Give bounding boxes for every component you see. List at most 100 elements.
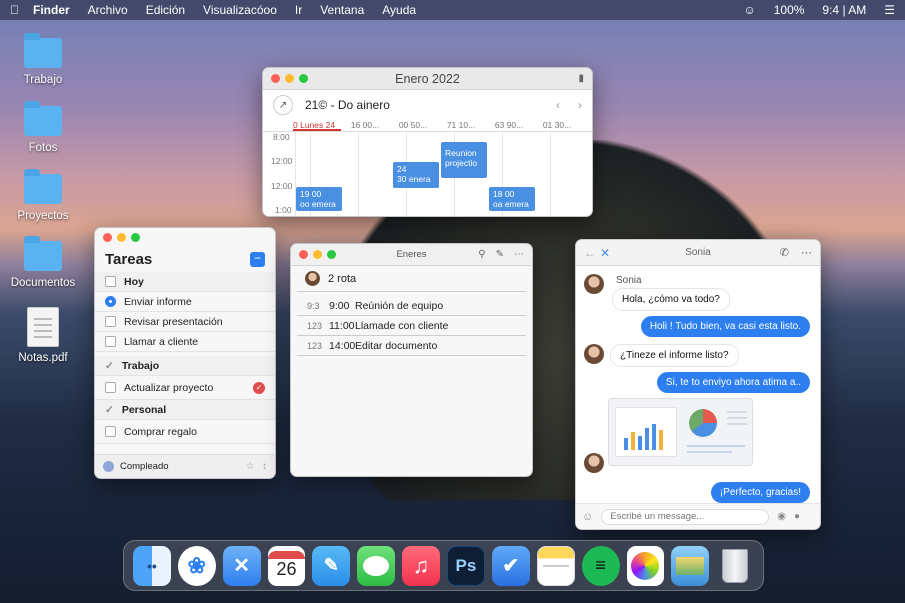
desktop-folder-fotos[interactable]: Fotos [8, 101, 78, 154]
close-button[interactable] [271, 74, 280, 83]
message-bubble-out[interactable]: Holi ! Tudo bien, va casi esta listo. [640, 316, 810, 337]
photos-icon[interactable] [626, 545, 665, 586]
flag-icon[interactable]: ✓ [253, 381, 265, 394]
wifi-icon[interactable]: ☺ [743, 3, 755, 17]
calendar-grid[interactable]: 8:00 12:00 12:00 1:00 19 00 oo emera 24 30… [263, 132, 592, 216]
message-bubble-out[interactable]: ¡Perfecto, gracias! [710, 482, 810, 503]
spotify-icon[interactable]: ≡ [581, 545, 620, 586]
apple-icon[interactable]:  [10, 3, 19, 17]
minimize-button[interactable] [313, 250, 322, 259]
preview-icon[interactable]: ✎ [312, 545, 351, 586]
control-center-icon[interactable]: ☰ [884, 3, 895, 17]
day-header[interactable]: 71 10... [437, 120, 485, 131]
back-icon[interactable]: ← [584, 246, 596, 260]
more-icon[interactable]: ⋯ [514, 249, 524, 260]
music-icon[interactable]: ♫ [402, 545, 440, 586]
messages-app-icon[interactable] [357, 545, 396, 586]
messages-titlebar[interactable]: ← ✕ Sonia ✆ ⋯ [576, 240, 820, 266]
task-item[interactable]: Revisar presentación [95, 312, 275, 332]
desktop-folder-trabajo[interactable]: Trabajo [8, 33, 78, 86]
task-item[interactable]: Llamar a cliente [95, 332, 275, 352]
day-header[interactable]: 63 90... [485, 120, 533, 131]
agenda-row[interactable]: 9:3 9:00 Reúnión de equipo [297, 296, 526, 316]
battery-icon[interactable]: ▮ [578, 73, 584, 84]
photoshop-label: Ps [455, 555, 477, 575]
lock-icon[interactable]: ◉ [777, 511, 786, 522]
agenda-row[interactable]: 123 14:00 Editar documento [297, 336, 526, 356]
message-bubble-in[interactable]: Hola, ¿cómo va todo? [612, 288, 730, 311]
desktop-folder-proyectos[interactable]: Proyectos [8, 169, 78, 222]
phone-icon[interactable]: ✆ [780, 246, 789, 259]
close-button[interactable] [299, 250, 308, 259]
finder-icon[interactable]: •• [133, 545, 171, 586]
calendar-titlebar[interactable]: Enero 2022 ▮ [263, 68, 592, 90]
image-viewer-icon[interactable] [671, 545, 710, 586]
info-icon[interactable]: ↕ [262, 461, 267, 472]
microphone-icon[interactable]: ● [794, 511, 800, 522]
menu-ventana[interactable]: Ventana [320, 3, 364, 17]
share-icon[interactable]: ↗ [273, 95, 293, 115]
next-icon[interactable]: › [578, 98, 582, 112]
notes-app-icon[interactable] [536, 545, 575, 586]
zoom-button[interactable] [131, 232, 140, 242]
calendar-event[interactable]: 19 00 oo emera [296, 187, 342, 211]
user-icon[interactable] [103, 461, 114, 472]
task-item[interactable]: Actualizar proyecto ✓ [95, 376, 275, 400]
minimize-button[interactable] [117, 232, 126, 242]
trash-icon[interactable] [716, 546, 754, 586]
day-header-today[interactable]: 0 Lunes 24 [293, 120, 341, 131]
menu-app-finder[interactable]: Finder [33, 3, 70, 17]
task-section-hoy[interactable]: Hoy [95, 272, 275, 292]
agenda-row[interactable]: 123 11:00 Llamade con cliente [297, 316, 526, 336]
checkbox[interactable] [105, 276, 116, 287]
menu-visualizacion[interactable]: Visualizacóoo [203, 3, 277, 17]
message-bubble-out[interactable]: Si, te to enviyo ahora atima a.. [656, 372, 810, 393]
photoshop-icon[interactable]: Ps [446, 545, 485, 586]
apps-icon[interactable]: ☺ [582, 511, 593, 523]
close-icon[interactable]: ✕ [600, 246, 610, 260]
safari-icon[interactable]: ❀ [177, 545, 216, 586]
clock[interactable]: 9:4 | AM [822, 3, 866, 17]
calendar-app-icon[interactable]: 26 [267, 545, 306, 586]
dock: •• ❀ ✕ 26 ✎ ♫ Ps ✔ ≡ [123, 540, 764, 591]
add-task-button[interactable]: − [250, 251, 265, 267]
calendar-event[interactable]: 24 30 enera [393, 162, 439, 188]
menu-archivo[interactable]: Archivo [88, 3, 128, 17]
compose-icon[interactable]: ✎ [496, 249, 504, 260]
message-input[interactable] [601, 508, 770, 525]
xcode-icon[interactable]: ✕ [222, 545, 261, 586]
desktop-file-notas[interactable]: Notas.pdf [8, 307, 78, 364]
minimize-button[interactable] [285, 74, 294, 83]
image-attachment[interactable] [608, 398, 753, 466]
checkbox[interactable] [105, 336, 116, 347]
task-item[interactable]: Enviar informe [95, 292, 275, 312]
desktop-folder-documentos[interactable]: Documentos [8, 236, 78, 289]
day-header[interactable]: 01 30... [533, 120, 581, 131]
menu-edicion[interactable]: Edición [146, 3, 185, 17]
battery-label[interactable]: 100% [774, 3, 805, 17]
checkbox[interactable] [105, 382, 116, 393]
task-item[interactable]: Comprar regalo [95, 420, 275, 444]
calendar-event[interactable]: 18 00 oa emera [489, 187, 535, 211]
checkbox[interactable] [105, 296, 116, 307]
menu-ir[interactable]: Ir [295, 3, 302, 17]
checkbox[interactable] [105, 316, 116, 327]
star-icon[interactable]: ☆ [246, 461, 255, 472]
task-section-personal[interactable]: ✓ Personal [95, 400, 275, 420]
task-section-trabajo[interactable]: ✓ Trabajo [95, 356, 275, 376]
day-header[interactable]: 16 00... [341, 120, 389, 131]
close-button[interactable] [103, 232, 112, 242]
day-header[interactable]: 00 50... [389, 120, 437, 131]
menu-ayuda[interactable]: Ayuda [382, 3, 416, 17]
calendar-event[interactable]: Reunion projectio [441, 142, 487, 178]
prev-icon[interactable]: ‹ [556, 98, 560, 112]
agenda-titlebar[interactable]: Eneres ⚲ ✎ ⋯ [291, 244, 532, 266]
app-store-icon[interactable]: ✔ [491, 545, 530, 586]
search-icon[interactable]: ⚲ [478, 249, 485, 260]
message-bubble-in[interactable]: ¿Tineze el informe listo? [610, 344, 739, 367]
checkbox[interactable] [105, 426, 116, 437]
zoom-button[interactable] [299, 74, 308, 83]
message-thread[interactable]: Sonia Hola, ¿cómo va todo? Holi ! Tudo b… [576, 266, 820, 504]
zoom-button[interactable] [327, 250, 336, 259]
more-icon[interactable]: ⋯ [801, 246, 812, 259]
